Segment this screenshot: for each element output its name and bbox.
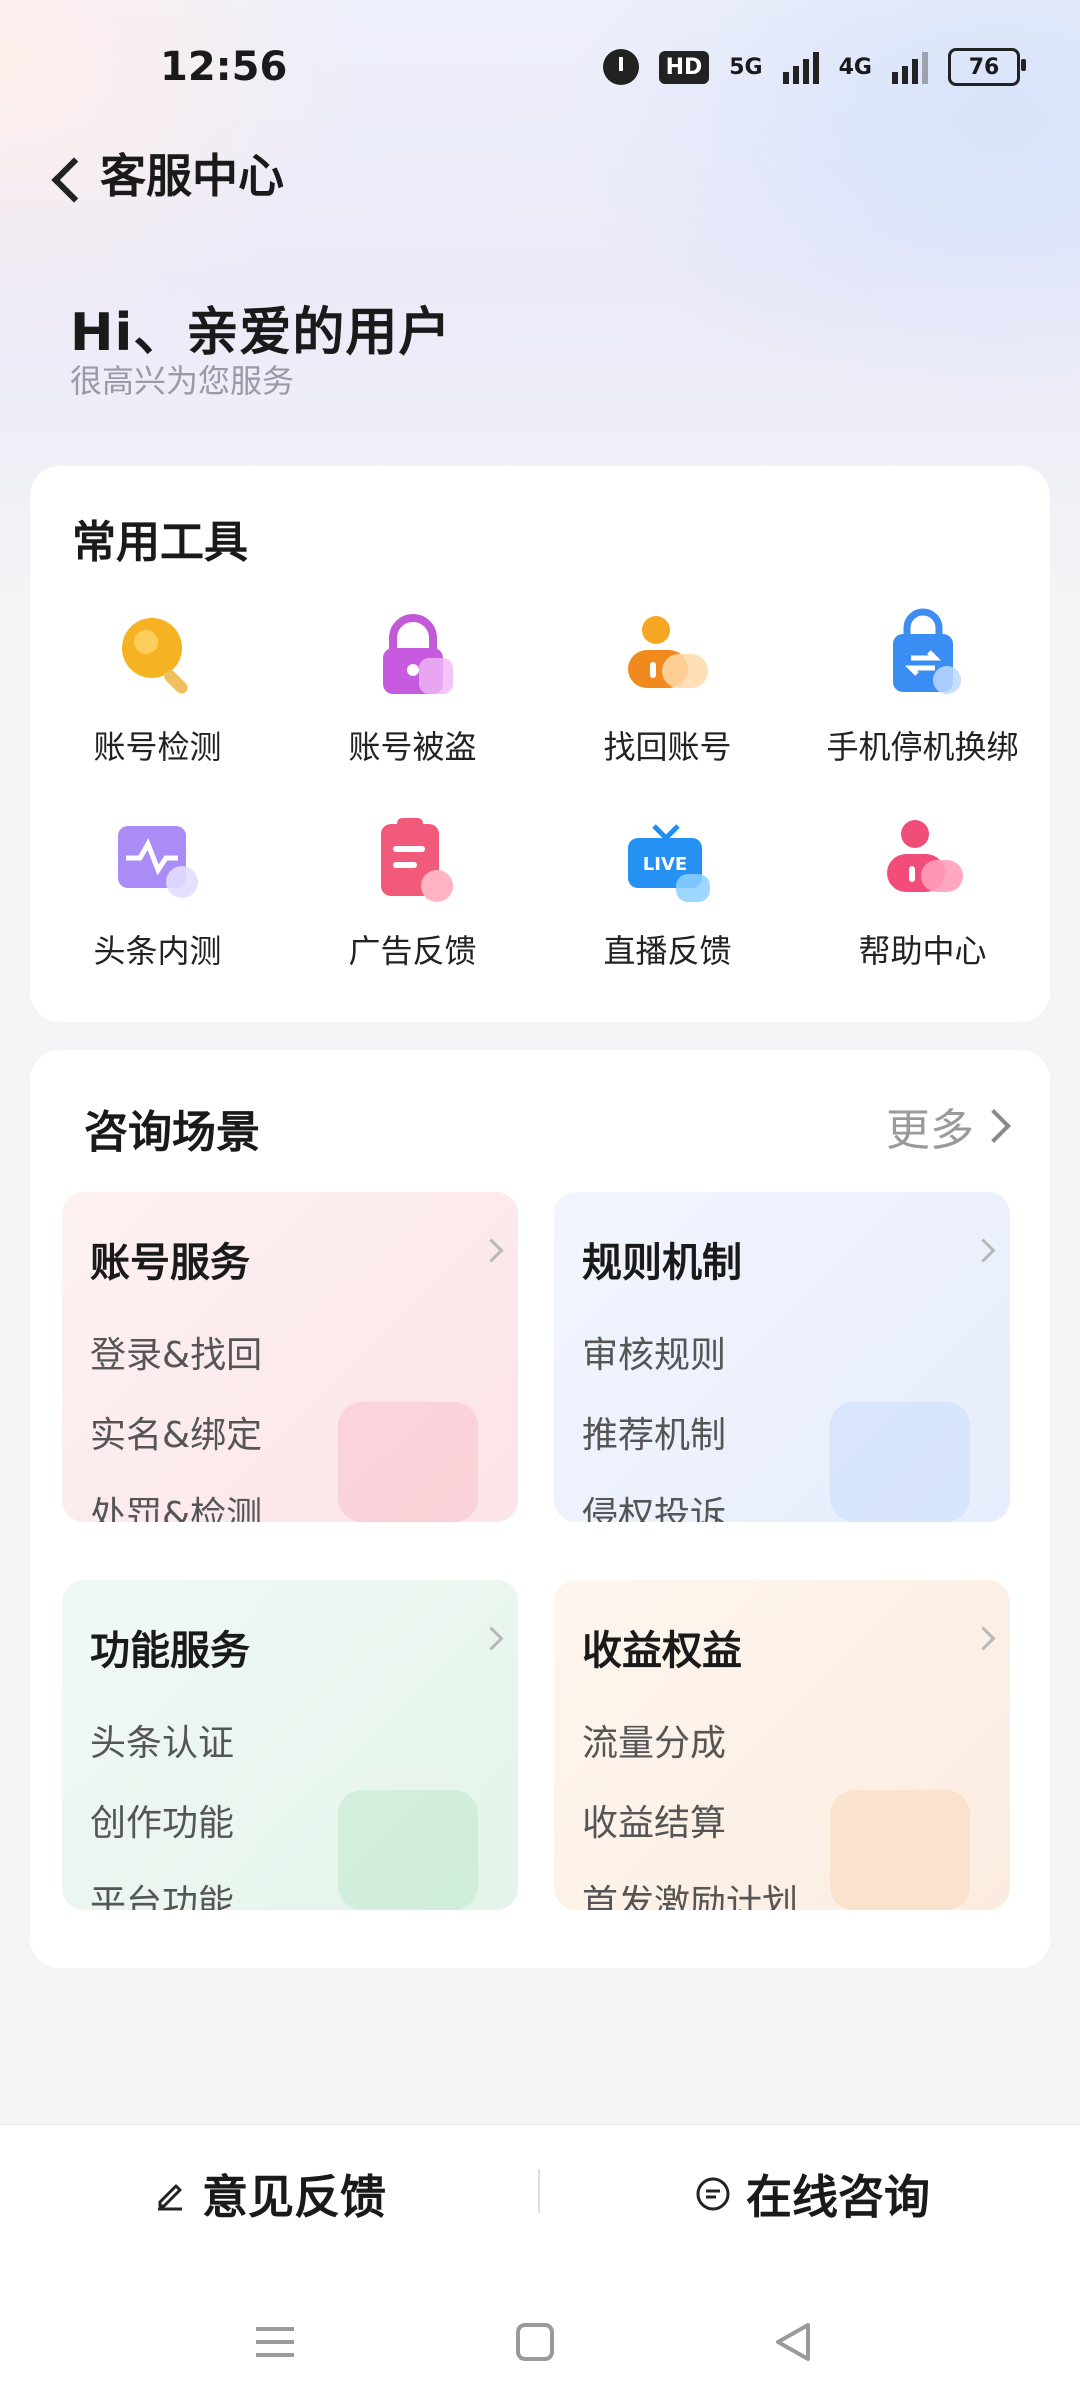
tool-recover-account[interactable]: 找回账号 (540, 606, 795, 768)
clipboard-icon (363, 810, 463, 910)
common-tools-card: 常用工具 账号检测 账号被盗 找回账号 手机停机换绑 头条内测 广告反馈 LIV… (30, 466, 1050, 1022)
scene-item[interactable]: 平台功能 (90, 1874, 234, 1910)
tool-phone-rebind[interactable]: 手机停机换绑 (795, 606, 1050, 768)
chevron-right-icon (971, 1626, 996, 1651)
back-nav-icon[interactable] (768, 2317, 818, 2367)
scene-card-features[interactable]: 功能服务 头条认证 创作功能 平台功能 (62, 1580, 518, 1910)
status-time: 12:56 (160, 44, 288, 90)
phone-lock-icon (873, 606, 973, 706)
signal-5g-icon (782, 50, 819, 84)
user-card-icon (618, 606, 718, 706)
status-bar: 12:56 HD 5G 4G 76 (0, 0, 1080, 140)
chevron-right-icon (977, 1109, 1011, 1143)
scene-card-earnings[interactable]: 收益权益 流量分成 收益结算 首发激励计划 (554, 1580, 1010, 1910)
battery-icon: 76 (948, 48, 1026, 86)
chat-bubble-icon (696, 2177, 730, 2211)
chevron-right-icon (971, 1238, 996, 1263)
more-label: 更多 (886, 1105, 974, 1156)
alarm-icon (602, 49, 639, 85)
scene-item[interactable]: 审核规则 (582, 1326, 726, 1378)
scene-item[interactable]: 创作功能 (90, 1794, 234, 1846)
svg-text:LIVE: LIVE (642, 854, 686, 875)
greeting-subtitle: 很高兴为您服务 (70, 362, 295, 400)
scene-card-rules[interactable]: 规则机制 审核规则 推荐机制 侵权投诉 (554, 1192, 1010, 1522)
scene-decoration (338, 1402, 478, 1522)
tool-account-stolen[interactable]: 账号被盗 (285, 606, 540, 768)
tool-label: 头条内测 (93, 932, 222, 970)
tool-label: 广告反馈 (348, 932, 477, 970)
feedback-label: 意见反馈 (202, 2170, 386, 2224)
scene-item[interactable]: 登录&找回 (90, 1326, 262, 1378)
online-consult-label: 在线咨询 (746, 2170, 930, 2224)
tool-help-center[interactable]: 帮助中心 (795, 810, 1050, 972)
tool-label: 直播反馈 (603, 932, 732, 970)
scene-title: 账号服务 (90, 1240, 250, 1286)
signal-4g-icon (892, 50, 928, 84)
tool-label: 手机停机换绑 (826, 728, 1019, 766)
more-link[interactable]: 更多 (886, 1094, 1011, 1158)
tool-label: 找回账号 (603, 728, 732, 766)
scene-item[interactable]: 推荐机制 (582, 1406, 726, 1458)
support-user-icon (873, 810, 973, 910)
magnifier-icon (108, 606, 208, 706)
common-tools-title: 常用工具 (72, 517, 248, 568)
consult-scenes-title: 咨询场景 (84, 1107, 260, 1158)
scene-title: 功能服务 (90, 1628, 250, 1674)
scene-card-account-service[interactable]: 账号服务 登录&找回 实名&绑定 处罚&检测 (62, 1192, 518, 1522)
page-title: 客服中心 (100, 149, 284, 203)
scene-item[interactable]: 收益结算 (582, 1794, 726, 1846)
scene-item[interactable]: 头条认证 (90, 1714, 234, 1766)
scene-decoration (338, 1790, 478, 1910)
scene-item[interactable]: 实名&绑定 (90, 1406, 262, 1458)
chevron-right-icon (479, 1238, 504, 1263)
scene-decoration (830, 1402, 970, 1522)
hd-voice-icon: HD (658, 50, 710, 84)
tool-label: 账号被盗 (348, 728, 477, 766)
scene-item[interactable]: 首发激励计划 (582, 1874, 798, 1910)
greeting-title: Hi、亲爱的用户 (70, 303, 452, 363)
scene-title: 规则机制 (582, 1240, 742, 1286)
home-icon[interactable] (510, 2317, 560, 2367)
feedback-button[interactable]: 意见反馈 (152, 2161, 386, 2227)
status-icons: HD 5G 4G 76 (602, 42, 1026, 92)
scene-title: 收益权益 (582, 1628, 742, 1674)
tool-label: 账号检测 (93, 728, 222, 766)
back-arrow-icon[interactable] (44, 150, 104, 210)
menu-icon[interactable] (250, 2317, 300, 2367)
consult-scenes-card: 咨询场景 更多 账号服务 登录&找回 实名&绑定 处罚&检测 规则机制 审核规则… (30, 1050, 1050, 1968)
scene-item[interactable]: 流量分成 (582, 1714, 726, 1766)
battery-level: 76 (968, 54, 1000, 80)
scene-item[interactable]: 处罚&检测 (90, 1486, 262, 1522)
bottom-action-bar: 意见反馈 在线咨询 (0, 2124, 1080, 2401)
network-4g-label: 4G (838, 54, 872, 80)
tool-account-check[interactable]: 账号检测 (30, 606, 285, 768)
bottom-bar-divider (538, 2169, 540, 2213)
tool-label: 帮助中心 (858, 932, 987, 970)
scene-item[interactable]: 侵权投诉 (582, 1486, 726, 1522)
scene-decoration (830, 1790, 970, 1910)
lock-icon (363, 606, 463, 706)
live-tv-icon: LIVE (618, 810, 718, 910)
pulse-icon (108, 810, 208, 910)
tool-ad-feedback[interactable]: 广告反馈 (285, 810, 540, 972)
tool-beta-test[interactable]: 头条内测 (30, 810, 285, 972)
chevron-right-icon (479, 1626, 504, 1651)
pencil-icon (158, 2184, 182, 2211)
network-5g-label: 5G (729, 54, 763, 80)
tools-grid: 账号检测 账号被盗 找回账号 手机停机换绑 头条内测 广告反馈 LIVE 直播反… (30, 606, 1050, 972)
online-consult-button[interactable]: 在线咨询 (694, 2161, 930, 2227)
tool-live-feedback[interactable]: LIVE 直播反馈 (540, 810, 795, 972)
